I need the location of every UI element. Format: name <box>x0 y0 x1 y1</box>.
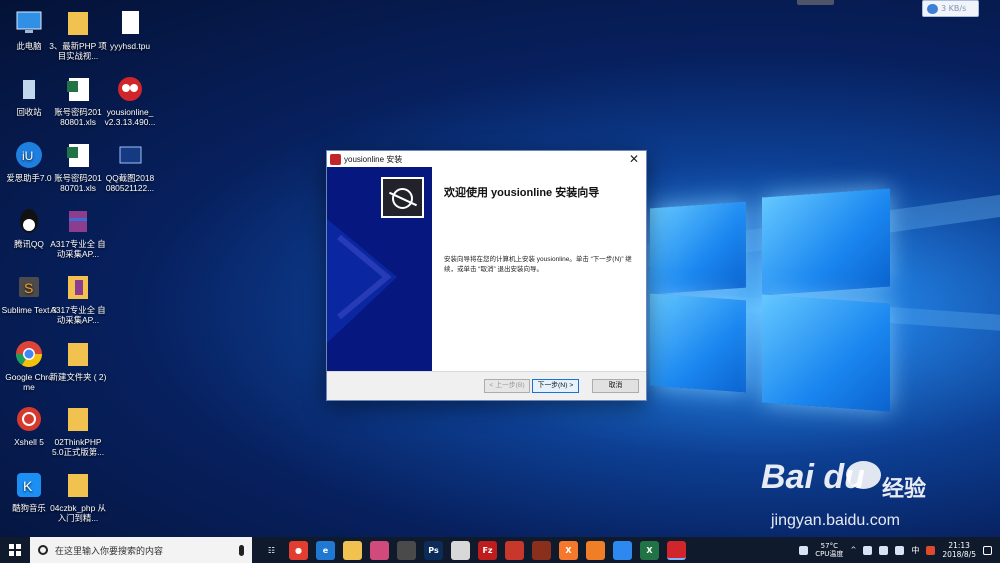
baidu-jingyan-watermark: Bai du 经验 jingyan.baidu.com <box>761 453 996 535</box>
cortana-icon <box>38 545 48 555</box>
folder-icon <box>63 339 93 369</box>
notification-tray-icon[interactable] <box>863 545 873 555</box>
kugou-icon: K <box>14 470 44 500</box>
search-input[interactable]: 在这里输入你要搜索的内容 <box>55 544 232 557</box>
excel-icon[interactable]: X <box>640 540 659 560</box>
task-icon[interactable] <box>451 540 470 560</box>
cpu-temp-value: 57°C <box>820 542 838 550</box>
net-speed-value: 3 KB/s <box>941 4 967 13</box>
desktop-icon-zip-folder[interactable]: A317专业全 自动采集AP... <box>49 266 107 332</box>
folder-icon <box>63 8 93 38</box>
edge-icon[interactable]: e <box>316 540 335 560</box>
people-icon[interactable] <box>799 545 809 555</box>
network-icon[interactable] <box>879 545 889 555</box>
yousionline-icon[interactable] <box>667 540 686 560</box>
next-button[interactable]: 下一步(N) > <box>532 379 579 393</box>
dialog-body: 欢迎使用 yousionline 安装向导 安装向导将在您的计算机上安装 you… <box>327 167 646 371</box>
computer-icon <box>14 8 44 38</box>
back-button[interactable]: < 上一步(B) <box>484 379 530 393</box>
desktop-icon-php-folder[interactable]: 04czbk_php 从入门到精... <box>49 464 107 530</box>
cpu-temp[interactable]: 57°C CPU温度 <box>815 542 843 558</box>
folder-icon <box>63 470 93 500</box>
dialog-titlebar[interactable]: yousionline 安装 ✕ <box>327 151 646 167</box>
chrome-icon <box>14 339 44 369</box>
clock-date: 2018/8/5 <box>942 550 976 559</box>
image-icon <box>115 140 145 170</box>
cpu-temp-label: CPU温度 <box>815 550 844 558</box>
excel-icon <box>63 74 93 104</box>
dialog-heading: 欢迎使用 yousionline 安装向导 <box>444 187 600 199</box>
microphone-icon[interactable] <box>239 544 244 556</box>
winrar-icon <box>63 206 93 236</box>
desktop-icon-screenshot[interactable]: QQ截图2018 080521122... <box>101 134 159 200</box>
desktop-icon-folder[interactable]: 3、最新PHP 项目实战视... <box>49 2 107 68</box>
excel-icon <box>63 140 93 170</box>
pictures-icon[interactable] <box>397 540 416 560</box>
installer-dialog: yousionline 安装 ✕ 欢迎使用 yousionline 安装向导 安… <box>326 150 647 401</box>
start-button[interactable] <box>0 537 30 563</box>
cancel-button[interactable]: 取消 <box>592 379 639 393</box>
jingyan-url: jingyan.baidu.com <box>771 512 900 529</box>
task-view-icon[interactable]: ☷ <box>262 540 281 560</box>
hidden-toolbar[interactable] <box>797 0 834 5</box>
system-tray: 57°C CPU温度 ^ 中 21:13 2018/8/5 <box>799 537 1000 563</box>
xampp-icon[interactable]: X <box>559 540 578 560</box>
zip-folder-icon <box>63 272 93 302</box>
desktop-icon-yousionline-installer[interactable]: yousionline_ v2.3.13.490... <box>101 68 159 134</box>
sublime-icon: S <box>14 272 44 302</box>
baidu-netdisk-icon[interactable] <box>613 540 632 560</box>
taskbar: 在这里输入你要搜索的内容 ☷ ● e Ps Fz X X 57°C CPU温度 ^ 中 21… <box>0 537 1000 563</box>
installer-banner <box>327 167 432 371</box>
paw-icon <box>846 461 881 489</box>
file-icon <box>115 8 145 38</box>
chevron-up-icon[interactable]: ^ <box>850 546 856 554</box>
yousionline-icon <box>330 153 341 165</box>
sublime-icon[interactable] <box>532 540 551 560</box>
jingyan-label: 经验 <box>882 477 927 502</box>
sogou-ime-icon[interactable] <box>926 545 936 555</box>
qq-icon <box>14 206 44 236</box>
dialog-title: yousionline 安装 <box>344 154 403 164</box>
taskbar-search[interactable]: 在这里输入你要搜索的内容 <box>30 537 252 563</box>
close-icon[interactable]: ✕ <box>622 151 646 167</box>
windows-wallpaper-logo <box>650 185 890 415</box>
xshell-icon <box>14 404 44 434</box>
i4-icon: iU <box>14 140 44 170</box>
action-center-icon[interactable] <box>983 545 992 555</box>
clock-time: 21:13 <box>948 541 970 550</box>
dialog-description: 安装向导将在您的计算机上安装 yousionline。单击 “下一步(N)” 继… <box>444 256 632 273</box>
installer-logo <box>381 177 424 218</box>
xshell-icon[interactable] <box>505 540 524 560</box>
taskbar-apps: ☷ ● e Ps Fz X X <box>262 540 686 560</box>
volume-icon[interactable] <box>895 545 905 555</box>
explorer-icon[interactable] <box>343 540 362 560</box>
desktop-icon-new-folder[interactable]: 新建文件夹 ( 2) <box>49 333 107 399</box>
dialog-footer: < 上一步(B) 下一步(N) > 取消 <box>327 371 646 400</box>
input-language[interactable]: 中 <box>911 545 919 556</box>
desktop-icon-thinkphp-folder[interactable]: 02ThinkPHP 5.0正式版第... <box>49 398 107 464</box>
desktop-icon-rar[interactable]: A317专业全 自动采集AP... <box>49 200 107 266</box>
yousionline-icon <box>115 74 145 104</box>
chrome-icon[interactable]: ● <box>289 540 308 560</box>
svg-text:S: S <box>24 280 33 296</box>
desktop-icon-xls[interactable]: 账号密码201 80701.xls <box>49 134 107 200</box>
clock[interactable]: 21:13 2018/8/5 <box>942 541 976 559</box>
desktop-icon-xls[interactable]: 账号密码201 80801.xls <box>49 68 107 134</box>
firefox-icon[interactable] <box>586 540 605 560</box>
recycle-bin-icon <box>14 74 44 104</box>
svg-text:K: K <box>23 478 33 494</box>
folder-icon <box>63 404 93 434</box>
windows-icon <box>9 544 21 556</box>
filezilla-icon[interactable]: Fz <box>478 540 497 560</box>
svg-text:iU: iU <box>22 149 33 163</box>
cloud-icon <box>927 3 938 14</box>
net-speed-widget[interactable]: 3 KB/s <box>922 0 979 17</box>
desktop-icon-file[interactable]: yyyhsd.tpu <box>101 2 159 68</box>
paint-icon[interactable] <box>370 540 389 560</box>
photoshop-icon[interactable]: Ps <box>424 540 443 560</box>
